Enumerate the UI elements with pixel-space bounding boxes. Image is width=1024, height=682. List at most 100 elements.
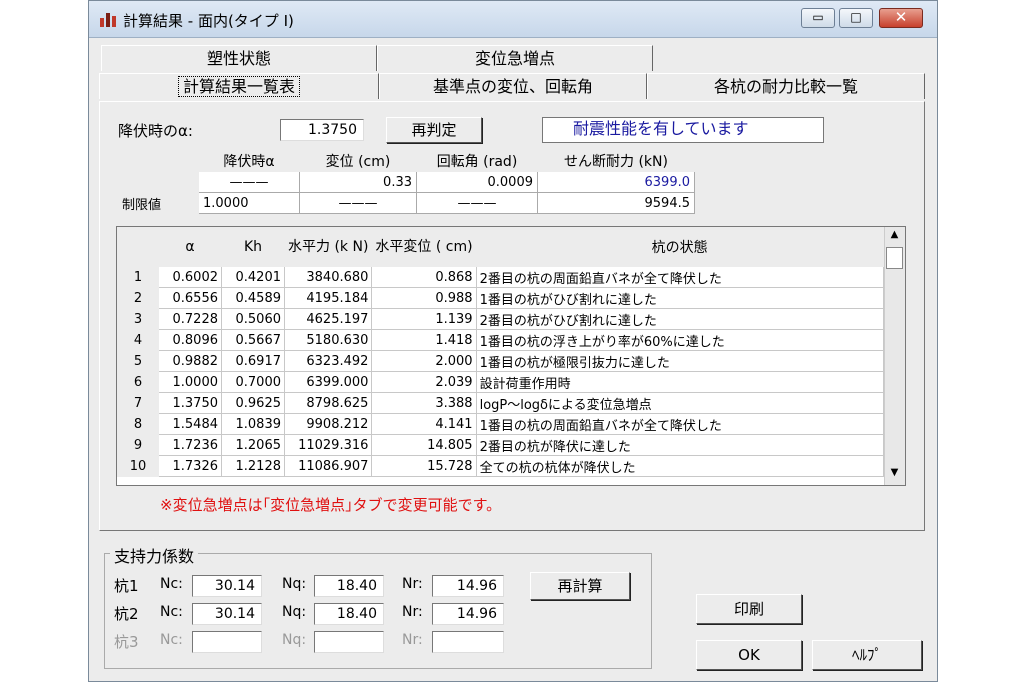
table-row[interactable]: 5 0.9882 0.6917 6323.492 2.000 1番目の杭が極限引抜力に達し… — [117, 350, 884, 372]
summary-header: 変位 (cm) — [299, 150, 417, 172]
tab-displacement-jump[interactable]: 変位急増点 — [377, 45, 653, 71]
summary-corner — [117, 150, 199, 172]
nc-field[interactable]: 30.14 — [192, 575, 262, 597]
recalculate-button[interactable]: 再計算 — [530, 572, 630, 600]
table-cell: 5180.630 — [283, 329, 373, 351]
table-row[interactable]: 6 1.0000 0.7000 6399.000 2.039 設計荷重作用時 — [117, 371, 884, 393]
tab-label: 変位急増点 — [474, 49, 555, 68]
summary-cell: ——— — [416, 192, 538, 214]
table-cell: 1番目の杭がひび割れに達した — [475, 287, 884, 309]
summary-cell: 0.0009 — [416, 171, 538, 193]
nc-field[interactable] — [192, 631, 262, 653]
table-cell: 設計荷重作用時 — [475, 371, 884, 393]
nq-field[interactable] — [314, 631, 384, 653]
row-number: 8 — [117, 413, 159, 435]
table-cell: 全ての杭の杭体が降伏した — [475, 455, 884, 477]
nq-label: Nq: — [282, 604, 307, 620]
print-button[interactable]: 印刷 — [696, 594, 802, 624]
table-row[interactable]: 7 1.3750 0.9625 8798.625 3.388 logP～logδによる変位… — [117, 392, 884, 414]
table-row[interactable]: 10 1.7326 1.2128 11086.907 15.728 全ての杭の杭体が降伏し… — [117, 455, 884, 477]
table-cell: 6399.000 — [283, 371, 373, 393]
nr-field[interactable]: 14.96 — [432, 603, 504, 625]
pile-label: 杭1 — [114, 577, 139, 595]
table-cell: 1.418 — [371, 329, 477, 351]
scroll-thumb[interactable] — [886, 247, 903, 269]
table-row[interactable]: 8 1.5484 1.0839 9908.212 4.141 1番目の杭の周面鉛直バネが全… — [117, 413, 884, 435]
table-cell: 1.3750 — [158, 392, 222, 414]
help-button[interactable]: ﾍﾙﾌﾟ — [812, 640, 922, 670]
table-cell: 1.7326 — [158, 455, 222, 477]
table-cell: 0.4589 — [221, 287, 285, 309]
table-cell: 11029.316 — [283, 434, 373, 456]
close-button[interactable]: ✕ — [879, 8, 923, 28]
table-cell: 6323.492 — [283, 350, 373, 372]
grid-corner — [117, 227, 159, 267]
scroll-up-arrow-icon[interactable]: ▲ — [887, 229, 902, 245]
tab-plastic-state[interactable]: 塑性状態 — [101, 45, 377, 71]
row-number: 2 — [117, 287, 159, 309]
nc-label: Nc: — [160, 632, 183, 648]
table-cell: 0.4201 — [221, 266, 285, 288]
table-cell: 1.5484 — [158, 413, 222, 435]
nr-field[interactable]: 14.96 — [432, 575, 504, 597]
table-cell: 4195.184 — [283, 287, 373, 309]
nr-label: Nr: — [402, 604, 423, 620]
ok-button[interactable]: OK — [696, 640, 802, 670]
table-cell: 11086.907 — [283, 455, 373, 477]
table-cell: 0.7228 — [158, 308, 222, 330]
table-cell: 1番目の杭が極限引抜力に達した — [475, 350, 884, 372]
table-row[interactable]: 4 0.8096 0.5667 5180.630 1.418 1番目の杭の浮き上がり率が6… — [117, 329, 884, 351]
table-row[interactable]: 9 1.7236 1.2065 11029.316 14.805 2番目の杭が降伏に達した — [117, 434, 884, 456]
title-bar[interactable]: 計算結果 - 面内(タイプ I) ▭ □ ✕ — [89, 1, 937, 38]
table-cell: 0.5060 — [221, 308, 285, 330]
table-row[interactable]: 3 0.7228 0.5060 4625.197 1.139 2番目の杭がひび割れに達した — [117, 308, 884, 330]
results-grid[interactable]: α Kh 水平力 (k N) 水平変位 ( cm) 杭の状態 1 0.6002 0.… — [116, 226, 906, 486]
yield-alpha-field[interactable]: 1.3750 — [280, 119, 364, 141]
table-row[interactable]: 1 0.6002 0.4201 3840.680 0.868 2番目の杭の周面鉛直バネが全… — [117, 266, 884, 288]
summary-cell-shear: 6399.0 — [537, 171, 695, 193]
table-cell: 0.988 — [371, 287, 477, 309]
tab-label: 各杭の耐力比較一覧 — [713, 77, 858, 96]
nr-field[interactable] — [432, 631, 504, 653]
minimize-button[interactable]: ▭ — [801, 8, 835, 28]
nc-label: Nc: — [160, 576, 183, 592]
grid-scrollbar[interactable]: ▲ ▼ — [884, 227, 905, 485]
nq-field[interactable]: 18.40 — [314, 575, 384, 597]
grid-header: 杭の状態 — [475, 227, 884, 267]
scroll-down-arrow-icon[interactable]: ▼ — [887, 467, 902, 483]
table-cell: 3840.680 — [283, 266, 373, 288]
results-table: α Kh 水平力 (k N) 水平変位 ( cm) 杭の状態 1 0.6002 0.… — [117, 227, 884, 477]
tab-result-list[interactable]: 計算結果一覧表 — [99, 73, 379, 99]
table-cell: 1.2065 — [221, 434, 285, 456]
nq-label: Nq: — [282, 576, 307, 592]
seismic-status-text: 耐震性能を有しています — [542, 117, 824, 143]
table-cell: 1番目の杭の浮き上がり率が60%に達した — [475, 329, 884, 351]
maximize-button[interactable]: □ — [839, 8, 873, 28]
grid-header: Kh — [221, 227, 285, 267]
row-number: 1 — [117, 266, 159, 288]
table-cell: 0.6556 — [158, 287, 222, 309]
window-title: 計算結果 - 面内(タイプ I) — [123, 12, 294, 30]
table-cell: logP～logδによる変位急増点 — [475, 392, 884, 414]
table-cell: 2番目の杭の周面鉛直バネが全て降伏した — [475, 266, 884, 288]
summary-row-label: 制限値 — [117, 192, 199, 214]
nq-field[interactable]: 18.40 — [314, 603, 384, 625]
pile-label: 杭2 — [114, 605, 139, 623]
table-cell: 4625.197 — [283, 308, 373, 330]
table-cell: 1.0000 — [158, 371, 222, 393]
tab-pile-strength-compare[interactable]: 各杭の耐力比較一覧 — [647, 73, 925, 99]
table-cell: 8798.625 — [283, 392, 373, 414]
table-cell: 15.728 — [371, 455, 477, 477]
table-row[interactable]: 2 0.6556 0.4589 4195.184 0.988 1番目の杭がひび割れに達した — [117, 287, 884, 309]
table-cell: 9908.212 — [283, 413, 373, 435]
rejudge-button[interactable]: 再判定 — [386, 117, 482, 143]
table-cell: 0.5667 — [221, 329, 285, 351]
summary-row-label — [117, 171, 199, 193]
nc-field[interactable]: 30.14 — [192, 603, 262, 625]
yield-alpha-label: 降伏時のα: — [118, 122, 193, 140]
table-cell: 0.868 — [371, 266, 477, 288]
table-cell: 1.2128 — [221, 455, 285, 477]
table-cell: 0.6002 — [158, 266, 222, 288]
tab-reference-displacement[interactable]: 基準点の変位、回転角 — [379, 73, 647, 99]
summary-cell: ——— — [299, 192, 417, 214]
